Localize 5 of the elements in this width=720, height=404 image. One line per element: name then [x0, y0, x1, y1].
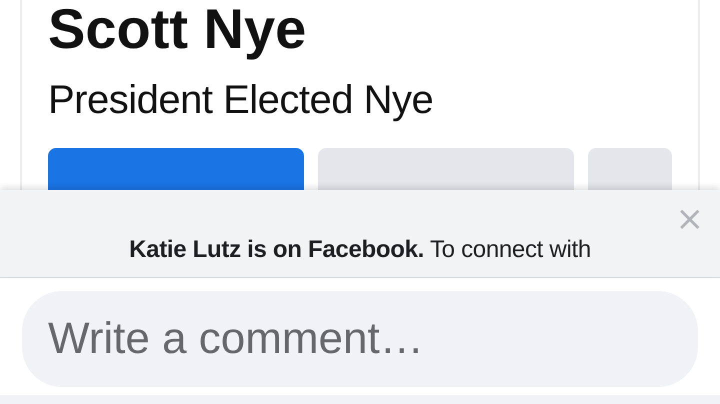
- banner-message: Katie Lutz is on Facebook. To connect with: [129, 236, 591, 264]
- profile-name: Scott Nye: [48, 0, 308, 58]
- profile-subtitle: President Elected Nye: [48, 77, 434, 124]
- close-button[interactable]: ×: [676, 204, 704, 234]
- comment-field[interactable]: Write a comment…: [22, 291, 698, 387]
